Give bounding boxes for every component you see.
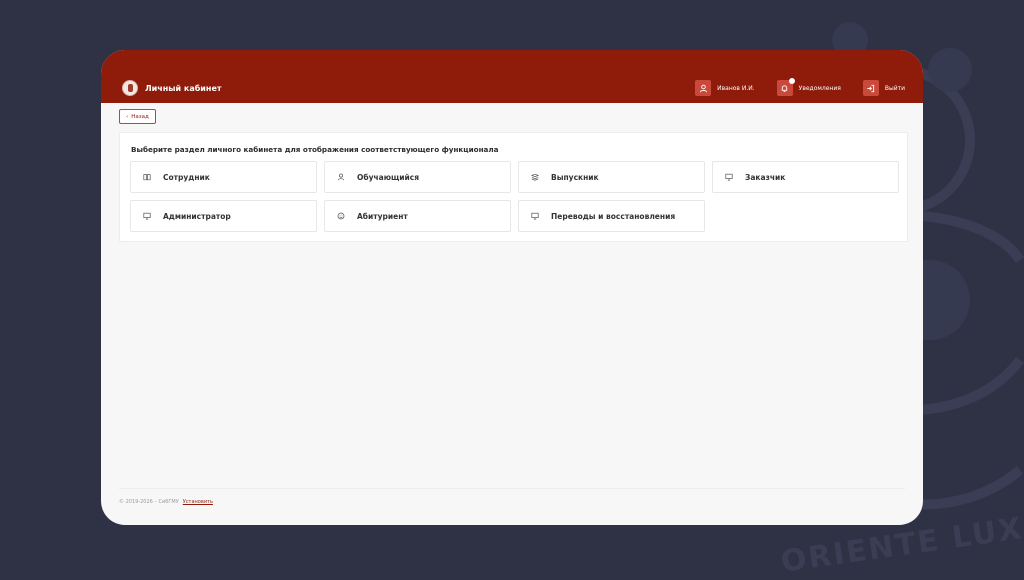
notifications-button[interactable]: Уведомления	[776, 78, 841, 96]
logout-icon	[862, 80, 879, 96]
app-title: Личный кабинет	[145, 83, 222, 93]
user-icon	[695, 80, 712, 96]
notification-badge	[788, 78, 795, 84]
layers-icon	[531, 173, 539, 181]
logout-button[interactable]: Выйти	[862, 80, 905, 96]
book-icon	[143, 174, 151, 181]
app-window: Личный кабинет Иванов И.И. Уведомления В…	[101, 50, 923, 525]
tile-applicant[interactable]: Абитуриент	[324, 200, 511, 232]
tile-transfers[interactable]: Переводы и восстановления	[518, 200, 705, 232]
university-logo-icon	[122, 80, 138, 96]
footer: © 2019-2026 – СибГМУ Установить	[119, 499, 213, 505]
tile-customer[interactable]: Заказчик	[712, 161, 899, 193]
tile-student[interactable]: Обучающийся	[324, 161, 511, 193]
tile-label: Обучающийся	[357, 172, 420, 182]
user-name: Иванов И.И.	[717, 84, 755, 92]
top-navbar: Личный кабинет Иванов И.И. Уведомления В…	[101, 50, 923, 103]
tile-label: Переводы и восстановления	[551, 211, 676, 221]
copyright-text: © 2019-2026 – СибГМУ	[119, 499, 179, 505]
notifications-label: Уведомления	[798, 84, 841, 92]
tile-administrator[interactable]: Администратор	[130, 200, 317, 232]
bell-icon	[776, 78, 795, 96]
smile-icon	[337, 212, 345, 220]
tile-label: Заказчик	[745, 172, 786, 182]
install-link[interactable]: Установить	[183, 499, 213, 505]
logout-label: Выйти	[884, 84, 905, 92]
monitor-icon	[143, 212, 151, 220]
user-icon	[337, 173, 345, 181]
top-actions: Иванов И.И. Уведомления Выйти	[673, 78, 905, 96]
brand[interactable]: Личный кабинет	[122, 80, 222, 96]
tile-employee[interactable]: Сотрудник	[130, 161, 317, 193]
section-selector-panel: Выберите раздел личного кабинета для ото…	[119, 132, 908, 242]
monitor-icon	[725, 173, 733, 181]
tile-graduate[interactable]: Выпускник	[518, 161, 705, 193]
tile-label: Администратор	[163, 211, 231, 221]
tile-label: Сотрудник	[163, 172, 210, 182]
chevron-left-icon: ‹	[126, 113, 129, 120]
section-tiles: Сотрудник Обучающийся Выпускник Заказчик…	[130, 161, 899, 232]
tile-label: Выпускник	[551, 172, 599, 182]
back-label: Назад	[131, 113, 149, 120]
tile-label: Абитуриент	[357, 211, 408, 221]
monitor-icon	[531, 212, 539, 220]
footer-divider	[119, 488, 905, 489]
user-profile-button[interactable]: Иванов И.И.	[695, 80, 755, 96]
panel-title: Выберите раздел личного кабинета для ото…	[131, 145, 499, 154]
back-button[interactable]: ‹ Назад	[119, 109, 156, 124]
